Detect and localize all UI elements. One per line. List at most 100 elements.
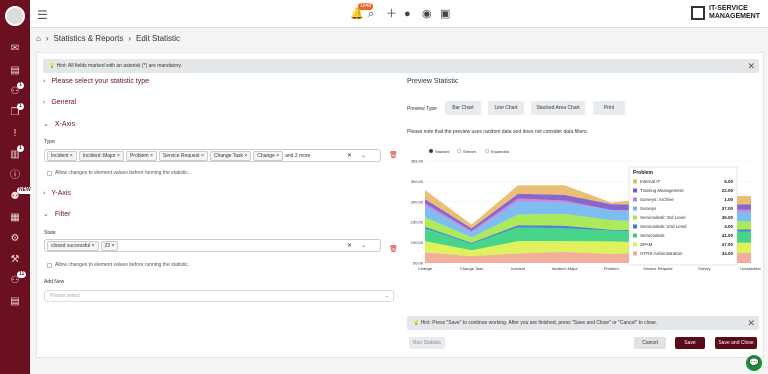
tooltip-swatch bbox=[633, 242, 637, 247]
add-new-label: Add New bbox=[44, 279, 65, 285]
hint-text: Hint: All fields marked with an asterisk… bbox=[56, 63, 182, 69]
bulb-icon: 💡 bbox=[49, 63, 56, 69]
stacked-area-chart-button[interactable]: Stacked Area Chart bbox=[531, 101, 585, 115]
tooltip-value: 3.00 bbox=[724, 224, 733, 229]
chat-icon[interactable]: ✉ bbox=[8, 42, 22, 56]
user-avatar[interactable] bbox=[5, 6, 25, 26]
section-y-axis[interactable]: › Y-Axis bbox=[43, 190, 71, 197]
x-axis-allow-changes[interactable]: Allow changes to element values before r… bbox=[47, 170, 189, 176]
run-statistic-button[interactable]: Run Statistic bbox=[409, 337, 445, 349]
checkbox[interactable] bbox=[47, 262, 52, 268]
tooltip-value: 22.00 bbox=[722, 188, 734, 193]
preview-chart: Stacked Stream Expanded 383.00 300.00 200.00 1… bbox=[411, 148, 761, 271]
section-statistic-type[interactable]: › Please select your statistic type bbox=[43, 78, 149, 85]
chevron-right-icon: › bbox=[43, 78, 46, 85]
top-bar: ☰ 🔔 ⌕ ＋ ● ◉ ▣ IT-SERVICE MANAGEMENT bbox=[30, 0, 768, 28]
tooltip-series: Surveys bbox=[640, 206, 657, 211]
tooltip-value: 6.00 bbox=[724, 179, 733, 184]
section-title: X-Axis bbox=[54, 120, 76, 128]
trash-icon[interactable]: 🗑 bbox=[389, 151, 398, 159]
x-tick-label: Problem bbox=[604, 266, 620, 271]
section-filter[interactable]: ⌄ Filter bbox=[43, 210, 71, 219]
menu-icon[interactable]: ☰ bbox=[37, 8, 48, 22]
preview-note: Please note that the preview uses random… bbox=[407, 129, 588, 135]
x-tick-label: Incident::Major bbox=[552, 266, 579, 271]
close-icon[interactable]: ✕ bbox=[747, 59, 755, 73]
preview-title: Preview Statistic bbox=[407, 78, 459, 85]
cancel-button[interactable]: Cancel bbox=[634, 337, 666, 349]
mode-radio[interactable] bbox=[484, 148, 490, 154]
hint-banner-bottom: 💡 Hint: Press "Save" to continue working… bbox=[407, 316, 759, 330]
alert-icon[interactable]: ! bbox=[8, 127, 22, 141]
home-icon[interactable]: ⌂ bbox=[36, 34, 41, 43]
chat-fab-icon[interactable]: 💬 bbox=[746, 355, 762, 371]
clear-icon[interactable]: ✕ bbox=[347, 242, 352, 249]
save-button[interactable]: Save bbox=[675, 337, 705, 349]
line-chart-button[interactable]: Line Chart bbox=[488, 101, 524, 115]
tooltip-swatch bbox=[633, 206, 637, 211]
y-tick-label: 200.00 bbox=[411, 199, 424, 204]
tag: Change × bbox=[253, 150, 284, 161]
tooltip-series: SPAM bbox=[640, 242, 653, 247]
trash-icon[interactable]: 🗑 bbox=[389, 245, 398, 253]
section-title: Please select your statistic type bbox=[51, 78, 149, 85]
tag: Problem × bbox=[125, 150, 157, 161]
report-icon[interactable]: ▤ bbox=[8, 295, 22, 309]
y-tick-label: 50.00 bbox=[413, 261, 424, 266]
sidebar-badge: NEW bbox=[17, 187, 33, 194]
section-title: General bbox=[51, 99, 77, 106]
calendar-icon[interactable]: ▦ bbox=[8, 211, 22, 225]
gear-icon[interactable]: ⚙ bbox=[8, 232, 22, 246]
x-tick-label: Change bbox=[418, 266, 433, 271]
tooltip-swatch bbox=[633, 188, 637, 193]
admin-icon[interactable]: ⚒ bbox=[8, 253, 22, 267]
sidebar-badge: 1 bbox=[17, 103, 24, 110]
state-label: State bbox=[44, 230, 56, 236]
state-select[interactable]: closed successful × 23 × ✕ ⌄ bbox=[44, 239, 381, 252]
tag: Service Request × bbox=[158, 150, 208, 161]
breadcrumb-item[interactable]: Statistics & Reports bbox=[54, 34, 124, 43]
type-select[interactable]: Incident × Incident::Major × Problem × S… bbox=[44, 149, 381, 162]
section-title: Filter bbox=[54, 210, 71, 218]
bulb-icon: 💡 bbox=[413, 320, 420, 326]
type-label: Type bbox=[44, 139, 55, 145]
x-tick-label: Change Task bbox=[460, 266, 483, 271]
hint-text: Hint: Press "Save" to continue working. … bbox=[420, 320, 658, 326]
ticket-icon[interactable]: ▤ bbox=[8, 64, 22, 78]
mode-radio[interactable] bbox=[456, 148, 462, 154]
chevron-down-icon: ⌄ bbox=[384, 293, 389, 299]
user-icon[interactable]: ● bbox=[404, 7, 411, 21]
section-x-axis[interactable]: ⌄ X-Axis bbox=[43, 120, 76, 129]
clear-icon[interactable]: ✕ bbox=[347, 152, 352, 159]
bar-chart-button[interactable]: Bar Chart bbox=[445, 101, 481, 115]
tooltip-series: Surveys::Archive bbox=[640, 197, 674, 202]
filter-allow-changes[interactable]: Allow changes to element values before r… bbox=[47, 262, 189, 268]
tooltip-value: 41.00 bbox=[722, 233, 734, 238]
eye-icon[interactable]: ◉ bbox=[422, 7, 432, 21]
checkbox[interactable] bbox=[47, 170, 52, 176]
notification-badge: 1948 bbox=[358, 3, 374, 10]
chevron-down-icon: ⌄ bbox=[43, 211, 49, 218]
tooltip-swatch bbox=[633, 215, 637, 220]
tooltip-value: 47.00 bbox=[722, 242, 734, 247]
info-icon[interactable]: ⓘ bbox=[8, 169, 22, 183]
print-button[interactable]: Print bbox=[593, 101, 625, 115]
section-title: Y-Axis bbox=[51, 190, 71, 197]
x-tick-label: Unclassified bbox=[740, 266, 761, 271]
chevron-down-icon[interactable]: ⌄ bbox=[361, 242, 366, 249]
plus-icon[interactable]: ＋ bbox=[386, 7, 397, 21]
y-tick-label: 100.00 bbox=[411, 240, 424, 245]
lock-icon[interactable]: ▣ bbox=[440, 7, 450, 21]
mode-radio[interactable] bbox=[428, 148, 434, 154]
x-tick-label: Incident bbox=[511, 266, 526, 271]
save-and-close-button[interactable]: Save and Close bbox=[715, 337, 757, 349]
chevron-right-icon: › bbox=[128, 33, 131, 43]
chevron-down-icon[interactable]: ⌄ bbox=[361, 152, 366, 159]
mode-label: Stacked bbox=[435, 149, 449, 154]
section-general[interactable]: › General bbox=[43, 99, 76, 106]
sidebar-badge: 1 bbox=[17, 82, 24, 89]
preview-type-label: Preview Type bbox=[407, 106, 437, 112]
close-icon[interactable]: ✕ bbox=[747, 316, 755, 330]
add-new-select[interactable]: Please select ⌄ bbox=[44, 290, 394, 302]
tooltip-swatch bbox=[633, 233, 637, 238]
